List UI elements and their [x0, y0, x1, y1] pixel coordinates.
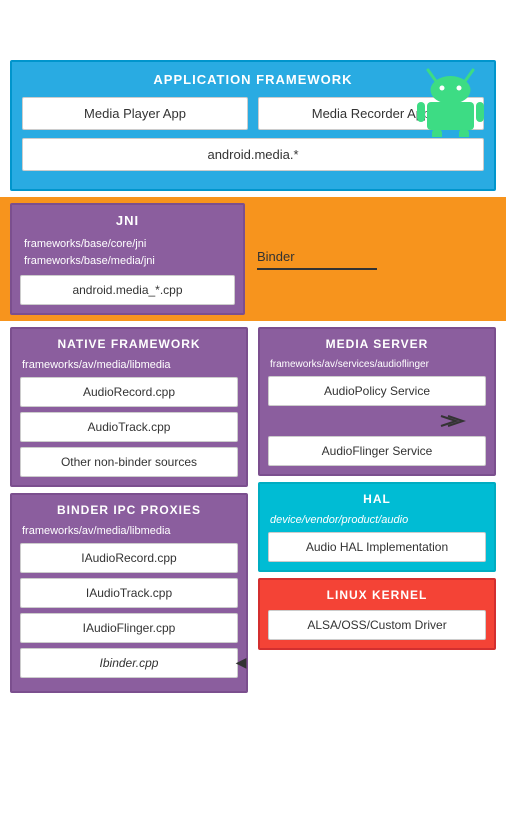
native-item-1: AudioTrack.cpp [20, 412, 238, 442]
native-item-0: AudioRecord.cpp [20, 377, 238, 407]
double-arrow-icon [436, 411, 466, 431]
right-column: MEDIA SERVER frameworks/av/services/audi… [253, 321, 506, 693]
binder-ipc-title: BINDER IPC PROXIES [20, 503, 238, 517]
media-player-box: Media Player App [22, 97, 248, 130]
hal-item-0: Audio HAL Implementation [268, 532, 486, 562]
media-server-path: frameworks/av/services/audioflinger [268, 359, 486, 370]
hal-title: HAL [268, 492, 486, 506]
arrow-left-icon: ◄ [232, 653, 250, 674]
left-column: NATIVE FRAMEWORK frameworks/av/media/lib… [0, 321, 253, 693]
hal-path: device/vendor/product/audio [268, 514, 486, 526]
media-server-title: MEDIA SERVER [268, 337, 486, 351]
media-server-item-1: AudioFlinger Service [268, 436, 486, 466]
binder-area: Binder [253, 203, 496, 315]
native-framework-section: NATIVE FRAMEWORK frameworks/av/media/lib… [10, 327, 248, 487]
jni-section: JNI frameworks/base/core/jni frameworks/… [10, 203, 245, 315]
binder-ipc-item-3: Ibinder.cpp [20, 648, 238, 678]
binder-ipc-section: BINDER IPC PROXIES frameworks/av/media/l… [10, 493, 248, 693]
jni-paths: frameworks/base/core/jni frameworks/base… [20, 236, 235, 269]
binder-ipc-item-3-container: Ibinder.cpp ◄ [20, 648, 238, 678]
binder-ipc-item-2: IAudioFlinger.cpp [20, 613, 238, 643]
jni-path2: frameworks/base/media/jni [24, 255, 155, 267]
hal-section: HAL device/vendor/product/audio Audio HA… [258, 482, 496, 572]
android-media-box: android.media.* [22, 138, 484, 171]
native-framework-path: frameworks/av/media/libmedia [20, 359, 238, 371]
media-server-section: MEDIA SERVER frameworks/av/services/audi… [258, 327, 496, 476]
jni-title: JNI [20, 213, 235, 228]
linux-kernel-title: LINUX KERNEL [268, 588, 486, 602]
native-item-2: Other non-binder sources [20, 447, 238, 477]
binder-ipc-path: frameworks/av/media/libmedia [20, 525, 238, 537]
jni-cpp-box: android.media_*.cpp [20, 275, 235, 305]
bottom-section: NATIVE FRAMEWORK frameworks/av/media/lib… [0, 321, 506, 693]
app-row-2: android.media.* [22, 138, 484, 171]
jni-path1: frameworks/base/core/jni [24, 238, 146, 250]
android-robot-icon [413, 62, 488, 137]
arrows-between [268, 411, 486, 434]
binder-line [257, 268, 377, 270]
binder-label: Binder [257, 249, 377, 270]
linux-kernel-item-0: ALSA/OSS/Custom Driver [268, 610, 486, 640]
media-server-item-0: AudioPolicy Service [268, 376, 486, 406]
linux-kernel-section: LINUX KERNEL ALSA/OSS/Custom Driver [258, 578, 496, 650]
orange-band: JNI frameworks/base/core/jni frameworks/… [0, 197, 506, 321]
native-framework-title: NATIVE FRAMEWORK [20, 337, 238, 351]
binder-ipc-item-1: IAudioTrack.cpp [20, 578, 238, 608]
binder-ipc-item-0: IAudioRecord.cpp [20, 543, 238, 573]
